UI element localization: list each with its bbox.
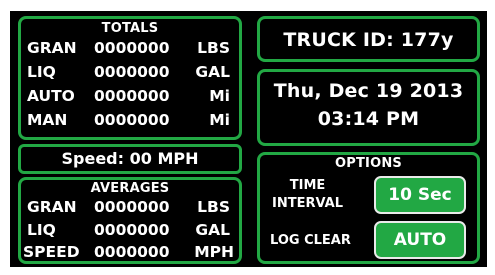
totals-liq-label: LIQ xyxy=(27,63,56,81)
averages-gran-value: 0000000 xyxy=(94,198,170,216)
totals-auto-label: AUTO xyxy=(27,87,75,105)
averages-row-speed: SPEED 0000000 MPH xyxy=(21,241,239,263)
date-text: Thu, Dec 19 2013 xyxy=(273,80,464,102)
totals-panel: TOTALS GRAN 0000000 LBS LIQ 0000000 GAL … xyxy=(18,16,242,140)
datetime-panel: Thu, Dec 19 2013 03:14 PM xyxy=(257,69,480,146)
averages-row-gran: GRAN 0000000 LBS xyxy=(21,196,239,218)
totals-row-gran: GRAN 0000000 LBS xyxy=(21,37,239,59)
display-screen: TOTALS GRAN 0000000 LBS LIQ 0000000 GAL … xyxy=(10,11,487,267)
truck-id-text: TRUCK ID: 177y xyxy=(283,29,454,51)
totals-row-auto: AUTO 0000000 Mi xyxy=(21,85,239,107)
totals-liq-value: 0000000 xyxy=(94,63,170,81)
averages-liq-unit: GAL xyxy=(195,221,230,239)
totals-man-unit: Mi xyxy=(209,111,230,129)
averages-speed-unit: MPH xyxy=(194,243,234,261)
time-text: 03:14 PM xyxy=(317,108,420,130)
averages-gran-label: GRAN xyxy=(27,198,77,216)
totals-man-value: 0000000 xyxy=(94,111,170,129)
truck-id-panel: TRUCK ID: 177y xyxy=(257,16,480,62)
averages-gran-unit: LBS xyxy=(197,198,230,216)
totals-gran-value: 0000000 xyxy=(94,39,170,57)
totals-auto-value: 0000000 xyxy=(94,87,170,105)
options-panel: OPTIONS TIME INTERVAL 10 Sec LOG CLEAR A… xyxy=(257,152,480,264)
time-interval-label: TIME INTERVAL xyxy=(270,177,345,213)
totals-gran-label: GRAN xyxy=(27,39,77,57)
speed-readout: Speed: 00 MPH xyxy=(18,144,242,174)
options-title: OPTIONS xyxy=(335,156,402,171)
averages-speed-value: 0000000 xyxy=(94,243,170,261)
averages-row-liq: LIQ 0000000 GAL xyxy=(21,219,239,241)
averages-liq-label: LIQ xyxy=(27,221,56,239)
totals-title: TOTALS xyxy=(101,21,159,36)
totals-auto-unit: Mi xyxy=(209,87,230,105)
averages-panel: AVERAGES GRAN 0000000 LBS LIQ 0000000 GA… xyxy=(18,177,242,264)
averages-title: AVERAGES xyxy=(90,181,170,196)
time-interval-button[interactable]: 10 Sec xyxy=(374,176,466,214)
time-interval-label-line1: TIME xyxy=(289,178,326,193)
totals-row-liq: LIQ 0000000 GAL xyxy=(21,61,239,83)
averages-liq-value: 0000000 xyxy=(94,221,170,239)
log-clear-button[interactable]: AUTO xyxy=(374,221,466,259)
totals-man-label: MAN xyxy=(27,111,68,129)
averages-speed-label: SPEED xyxy=(23,243,80,261)
totals-row-man: MAN 0000000 Mi xyxy=(21,109,239,131)
totals-liq-unit: GAL xyxy=(195,63,230,81)
log-clear-label: LOG CLEAR xyxy=(270,233,351,248)
time-interval-label-line2: INTERVAL xyxy=(272,196,343,211)
totals-gran-unit: LBS xyxy=(197,39,230,57)
